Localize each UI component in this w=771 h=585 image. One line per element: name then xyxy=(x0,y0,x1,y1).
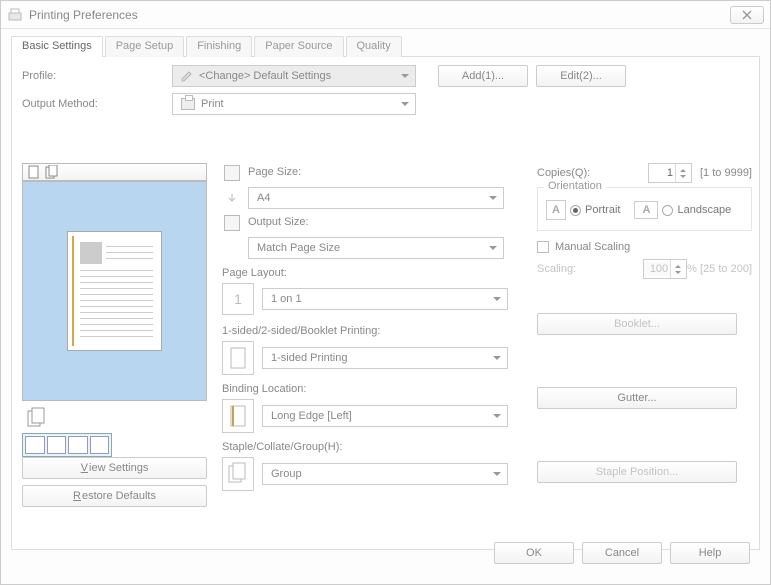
output-method-select[interactable]: Print xyxy=(172,93,416,115)
ok-button[interactable]: OK xyxy=(494,542,574,564)
orientation-legend: Orientation xyxy=(544,180,606,192)
page-size-label: Page Size: xyxy=(248,166,301,178)
mode-icon-4[interactable] xyxy=(90,436,110,454)
edit-profile-button[interactable]: Edit(2)... xyxy=(536,65,626,87)
binding-select[interactable]: Long Edge [Left] xyxy=(262,405,508,427)
preview-header xyxy=(22,163,207,181)
page-layout-label: Page Layout: xyxy=(222,267,522,279)
gutter-button[interactable]: Gutter... xyxy=(537,387,737,409)
tab-strip: Basic Settings Page Setup Finishing Pape… xyxy=(11,35,760,57)
landscape-icon: A xyxy=(634,201,658,219)
left-buttons: VView Settingsiew Settings Restore Defau… xyxy=(22,457,207,507)
scaling-spinner xyxy=(643,259,687,279)
spin-up-icon[interactable] xyxy=(676,164,689,173)
profile-select[interactable]: <Change> Default Settings xyxy=(172,65,416,87)
tab-panel: Profile: <Change> Default Settings Add(1… xyxy=(11,57,760,550)
output-size-label: Output Size: xyxy=(248,216,309,228)
profile-label: Profile: xyxy=(22,70,172,82)
output-size-select[interactable]: Match Page Size xyxy=(248,237,504,259)
scaling-label: Scaling: xyxy=(537,263,576,275)
output-method-label: Output Method: xyxy=(22,98,172,110)
print-icon xyxy=(181,98,195,110)
manual-scaling-label: Manual Scaling xyxy=(555,241,630,253)
staple-label: Staple/Collate/Group(H): xyxy=(222,441,522,453)
copies-spinner[interactable] xyxy=(648,163,692,183)
cancel-button[interactable]: Cancel xyxy=(582,542,662,564)
tab-page-setup[interactable]: Page Setup xyxy=(105,36,185,57)
pencil-icon xyxy=(181,70,193,82)
orientation-landscape[interactable]: A Landscape xyxy=(634,201,731,219)
printer-icon xyxy=(7,7,23,23)
output-size-icon xyxy=(222,213,242,233)
landscape-radio[interactable] xyxy=(662,205,673,216)
booklet-button: Booklet... xyxy=(537,313,737,335)
view-settings-button[interactable]: VView Settingsiew Settings xyxy=(22,457,207,479)
arrow-down-icon xyxy=(222,188,242,208)
add-profile-button[interactable]: Add(1)... xyxy=(438,65,528,87)
binding-icon xyxy=(222,399,254,433)
page-layout-icon: 1 xyxy=(222,283,254,315)
staple-icon xyxy=(222,457,254,491)
sided-icon xyxy=(222,341,254,375)
profile-value: <Change> Default Settings xyxy=(199,70,331,82)
right-column: Copies(Q): [1 to 9999] Orientation A xyxy=(537,163,752,493)
manual-scaling-row[interactable]: Manual Scaling xyxy=(537,241,752,253)
portrait-radio[interactable] xyxy=(570,205,581,216)
page-size-up-icon xyxy=(222,163,242,183)
mode-icon-3[interactable] xyxy=(68,436,88,454)
output-method-value: Print xyxy=(201,98,224,110)
tab-basic-settings[interactable]: Basic Settings xyxy=(11,36,103,57)
orientation-portrait[interactable]: A Portrait xyxy=(546,200,620,220)
tab-quality[interactable]: Quality xyxy=(346,36,402,57)
window-title: Printing Preferences xyxy=(29,8,730,22)
page-size-select[interactable]: A4 xyxy=(248,187,504,209)
titlebar: Printing Preferences xyxy=(1,1,770,29)
restore-defaults-button[interactable]: Restore DefaultsRestore Defaults xyxy=(22,485,207,507)
mode-icon-1[interactable] xyxy=(25,436,45,454)
middle-column: Page Size: A4 Output Size: Match Page Si… xyxy=(222,163,522,495)
tab-paper-source[interactable]: Paper Source xyxy=(254,36,343,57)
page-multi-icon[interactable] xyxy=(45,165,59,179)
staple-position-button: Staple Position... xyxy=(537,461,737,483)
staple-select[interactable]: Group xyxy=(262,463,508,485)
landscape-label: Landscape xyxy=(677,204,731,216)
scaling-input xyxy=(644,262,670,276)
orientation-group: Orientation A Portrait A Landscape xyxy=(537,187,752,231)
output-method-row: Output Method: Print xyxy=(22,93,749,115)
mode-icon-2[interactable] xyxy=(47,436,67,454)
page-preview xyxy=(67,231,162,351)
footer: OK Cancel Help xyxy=(494,542,750,564)
help-button[interactable]: Help xyxy=(670,542,750,564)
portrait-icon: A xyxy=(546,200,566,220)
close-icon xyxy=(742,10,752,20)
copies-label: Copies(Q): xyxy=(537,167,590,179)
page-layout-select[interactable]: 1 on 1 xyxy=(262,288,508,310)
sided-select[interactable]: 1-sided Printing xyxy=(262,347,508,369)
window: Printing Preferences Basic Settings Page… xyxy=(0,0,771,585)
close-button[interactable] xyxy=(730,6,764,24)
stack-pages-icon xyxy=(26,407,207,429)
manual-scaling-checkbox[interactable] xyxy=(537,241,549,253)
scaling-range: % [25 to 200] xyxy=(687,263,752,275)
tab-finishing[interactable]: Finishing xyxy=(186,36,252,57)
copies-range: [1 to 9999] xyxy=(700,167,752,179)
binding-label: Binding Location: xyxy=(222,383,522,395)
sided-label: 1-sided/2-sided/Booklet Printing: xyxy=(222,325,522,337)
layout-mode-icons[interactable] xyxy=(22,433,112,457)
portrait-label: Portrait xyxy=(585,204,620,216)
spin-down-icon[interactable] xyxy=(676,173,689,182)
preview-column: A4 [Scaling: Auto] xyxy=(22,163,207,477)
profile-row: Profile: <Change> Default Settings Add(1… xyxy=(22,65,749,87)
copies-input[interactable] xyxy=(649,166,675,180)
page-single-icon[interactable] xyxy=(27,165,41,179)
client-area: Basic Settings Page Setup Finishing Pape… xyxy=(11,35,760,574)
preview-box xyxy=(22,181,207,401)
scaling-row: Scaling: % [25 to 200] xyxy=(537,259,752,279)
